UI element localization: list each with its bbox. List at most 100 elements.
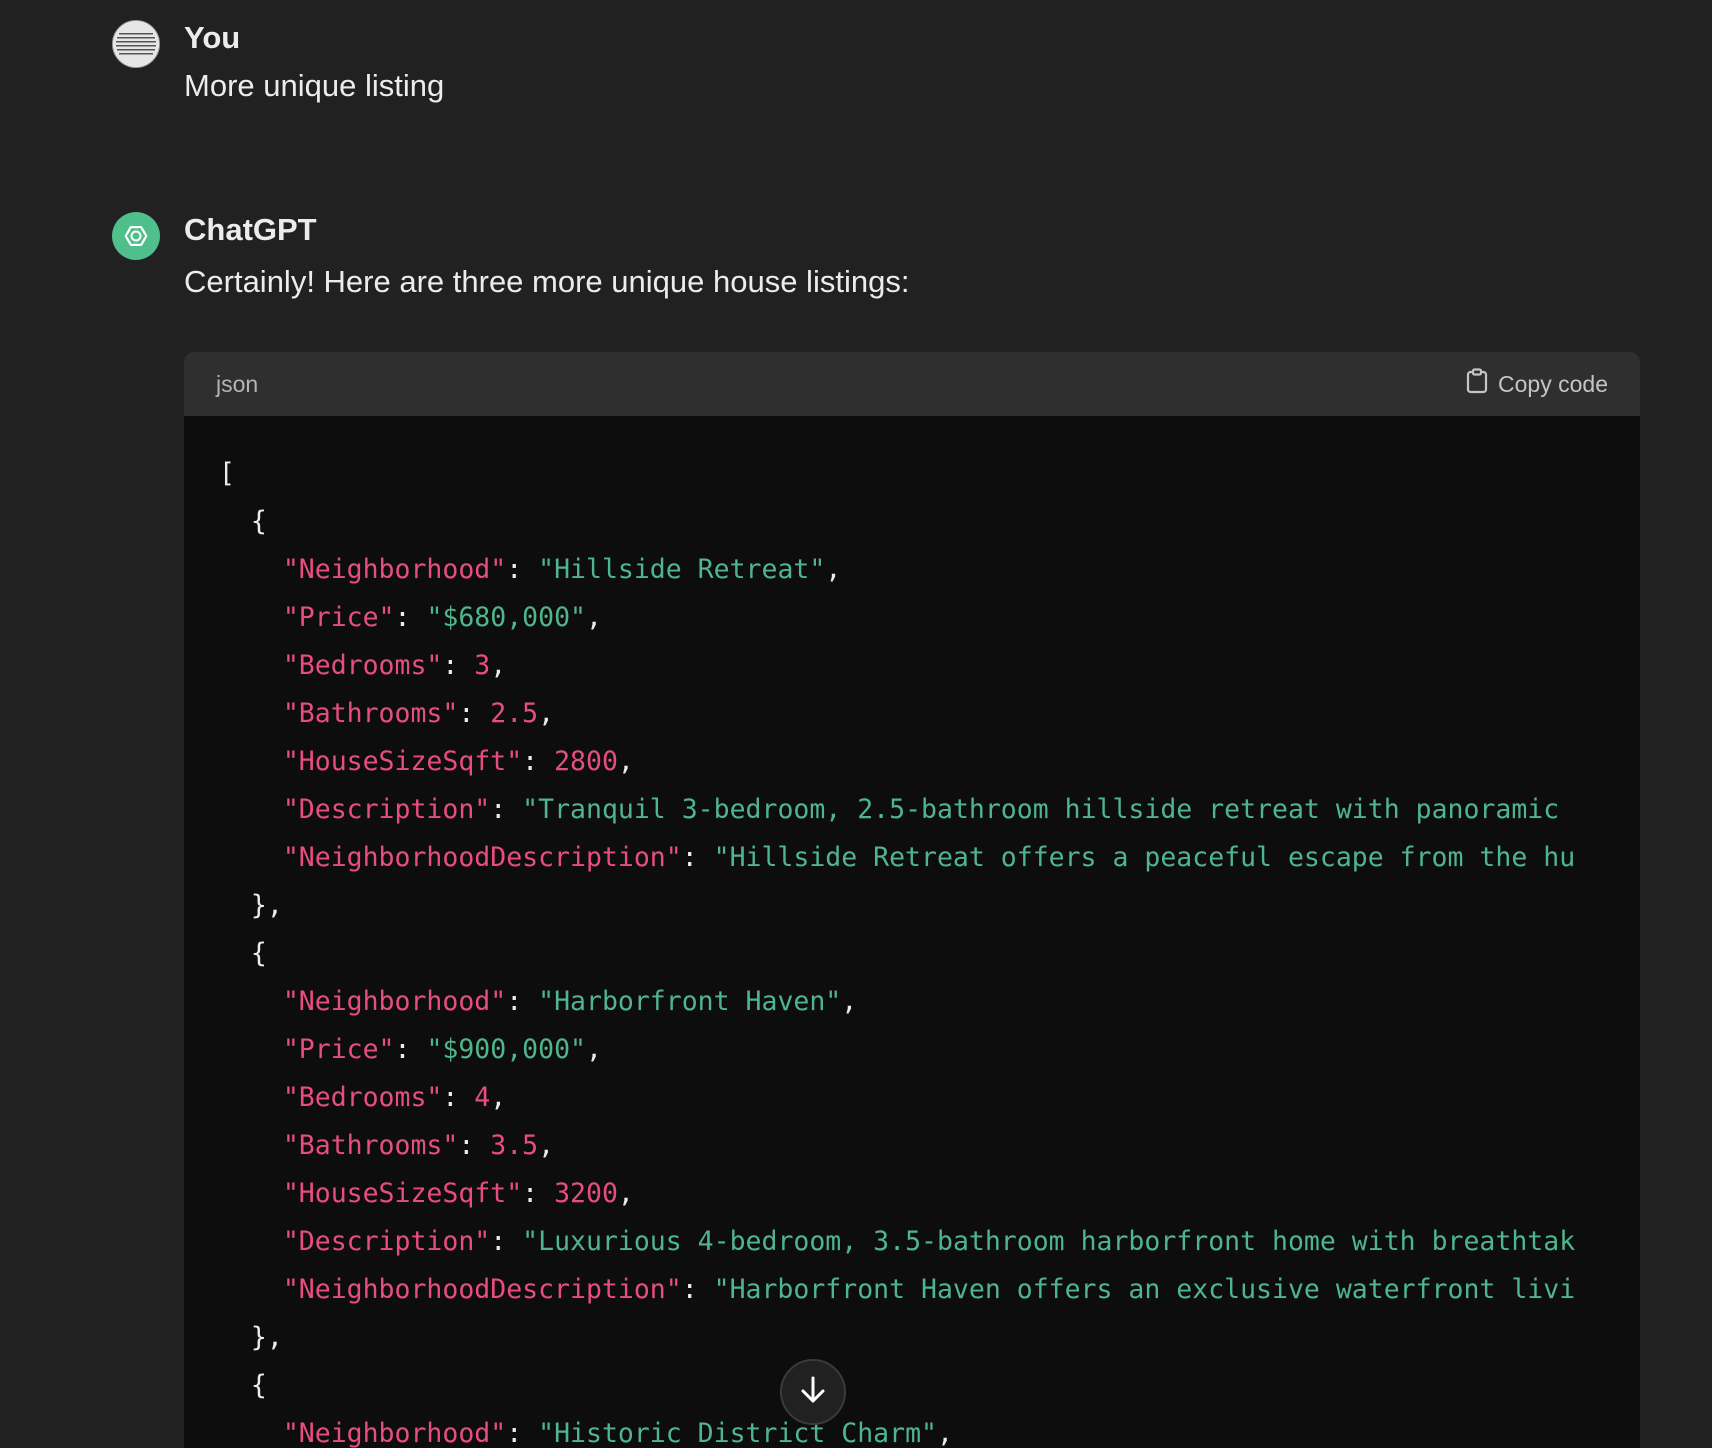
- user-avatar-icon: [112, 20, 160, 68]
- json-key: "Bedrooms": [282, 650, 443, 681]
- json-string: "$900,000": [426, 1034, 586, 1065]
- json-key: "HouseSizeSqft": [282, 746, 523, 777]
- json-punct: [219, 602, 283, 633]
- chat-page: You More unique listing ChatGPT Certainl…: [0, 0, 1712, 1448]
- json-punct: [219, 746, 283, 777]
- json-punct: [219, 1130, 283, 1161]
- json-punct: ,: [617, 746, 634, 777]
- json-punct: [219, 1418, 283, 1448]
- code-line: "HouseSizeSqft": 3200,: [219, 1170, 634, 1218]
- json-punct: ,: [585, 1034, 602, 1065]
- json-punct: ,: [585, 602, 602, 633]
- code-line: {: [219, 1362, 267, 1410]
- json-key: "Price": [282, 1034, 395, 1065]
- code-line: "HouseSizeSqft": 2800,: [219, 738, 634, 786]
- json-string: "Hillside Retreat": [538, 554, 826, 585]
- json-number: 2800: [554, 746, 618, 777]
- code-line: "Neighborhood": "Harborfront Haven",: [219, 978, 857, 1026]
- code-line: "Price": "$680,000",: [219, 594, 602, 642]
- json-string: "Harborfront Haven": [538, 986, 842, 1017]
- json-punct: :: [394, 1034, 427, 1065]
- json-punct: :: [458, 1130, 491, 1161]
- json-punct: [219, 1034, 283, 1065]
- json-key: "Bathrooms": [282, 1130, 459, 1161]
- user-author-name: You: [184, 20, 241, 55]
- json-key: "NeighborhoodDescription": [282, 1274, 682, 1305]
- code-line: "Neighborhood": "Hillside Retreat",: [219, 546, 841, 594]
- code-line: "NeighborhoodDescription": "Hillside Ret…: [219, 834, 1575, 882]
- code-line: "Neighborhood": "Historic District Charm…: [219, 1410, 953, 1448]
- json-punct: ,: [538, 1130, 555, 1161]
- code-line: },: [219, 882, 283, 930]
- code-line: {: [219, 498, 267, 546]
- json-key: "Description": [282, 794, 491, 825]
- json-punct: :: [681, 1274, 714, 1305]
- json-punct: :: [442, 1082, 475, 1113]
- code-content: [ { "Neighborhood": "Hillside Retreat", …: [184, 416, 1640, 1448]
- assistant-author-name: ChatGPT: [184, 212, 317, 247]
- code-line: },: [219, 1314, 283, 1362]
- json-punct: ,: [841, 986, 858, 1017]
- json-string: "Harborfront Haven offers an exclusive w…: [713, 1274, 1576, 1305]
- json-string: "Historic District Charm": [538, 1418, 937, 1448]
- json-string: "Tranquil 3-bedroom, 2.5-bathroom hillsi…: [522, 794, 1576, 825]
- json-key: "Neighborhood": [282, 554, 507, 585]
- json-punct: [219, 1226, 283, 1257]
- code-line: "Description": "Luxurious 4-bedroom, 3.5…: [219, 1218, 1575, 1266]
- json-punct: ,: [936, 1418, 953, 1448]
- json-punct: [219, 650, 283, 681]
- json-punct: :: [522, 746, 555, 777]
- code-line: "Bathrooms": 3.5,: [219, 1122, 554, 1170]
- clipboard-icon: [1466, 368, 1488, 400]
- code-line: "Price": "$900,000",: [219, 1026, 602, 1074]
- json-punct: :: [394, 602, 427, 633]
- copy-code-button[interactable]: Copy code: [1466, 368, 1608, 400]
- json-number: 4: [474, 1082, 491, 1113]
- json-punct: [219, 986, 283, 1017]
- json-punct: :: [522, 1178, 555, 1209]
- json-punct: :: [681, 842, 714, 873]
- json-punct: {: [219, 938, 267, 969]
- json-key: "Description": [282, 1226, 491, 1257]
- json-punct: ,: [825, 554, 842, 585]
- json-punct: [: [219, 458, 235, 489]
- json-key: "Bathrooms": [282, 698, 459, 729]
- json-punct: :: [506, 986, 539, 1017]
- scroll-to-bottom-button[interactable]: [780, 1359, 846, 1425]
- copy-code-label: Copy code: [1498, 370, 1608, 397]
- json-key: "HouseSizeSqft": [282, 1178, 523, 1209]
- json-punct: [219, 554, 283, 585]
- json-punct: :: [490, 1226, 523, 1257]
- json-punct: ,: [490, 650, 507, 681]
- arrow-down-icon: [799, 1375, 827, 1410]
- assistant-intro-text: Certainly! Here are three more unique ho…: [184, 264, 910, 299]
- json-punct: ,: [490, 1082, 507, 1113]
- json-punct: [219, 1082, 283, 1113]
- code-block-header: json Copy code: [184, 352, 1640, 416]
- user-message-text: More unique listing: [184, 68, 445, 103]
- json-punct: [219, 1178, 283, 1209]
- code-line: "Bedrooms": 3,: [219, 642, 506, 690]
- json-punct: [219, 842, 283, 873]
- openai-logo-icon: [112, 212, 160, 260]
- json-string: "Hillside Retreat offers a peaceful esca…: [713, 842, 1576, 873]
- json-key: "Bedrooms": [282, 1082, 443, 1113]
- code-line: {: [219, 930, 267, 978]
- code-line: "Bedrooms": 4,: [219, 1074, 506, 1122]
- json-string: "$680,000": [426, 602, 586, 633]
- json-number: 3: [474, 650, 491, 681]
- code-line: "Bathrooms": 2.5,: [219, 690, 554, 738]
- json-punct: :: [506, 554, 539, 585]
- json-punct: },: [219, 890, 283, 921]
- json-number: 2.5: [490, 698, 539, 729]
- code-line: "NeighborhoodDescription": "Harborfront …: [219, 1266, 1575, 1314]
- json-key: "Price": [282, 602, 395, 633]
- json-key: "Neighborhood": [282, 986, 507, 1017]
- json-number: 3.5: [490, 1130, 539, 1161]
- code-language-label: json: [216, 370, 259, 397]
- json-punct: ,: [538, 698, 555, 729]
- code-line: [: [219, 450, 235, 498]
- json-punct: },: [219, 1322, 283, 1353]
- code-line: "Description": "Tranquil 3-bedroom, 2.5-…: [219, 786, 1575, 834]
- code-block: json Copy code [ { "Neighborhood": "Hill…: [184, 352, 1640, 1448]
